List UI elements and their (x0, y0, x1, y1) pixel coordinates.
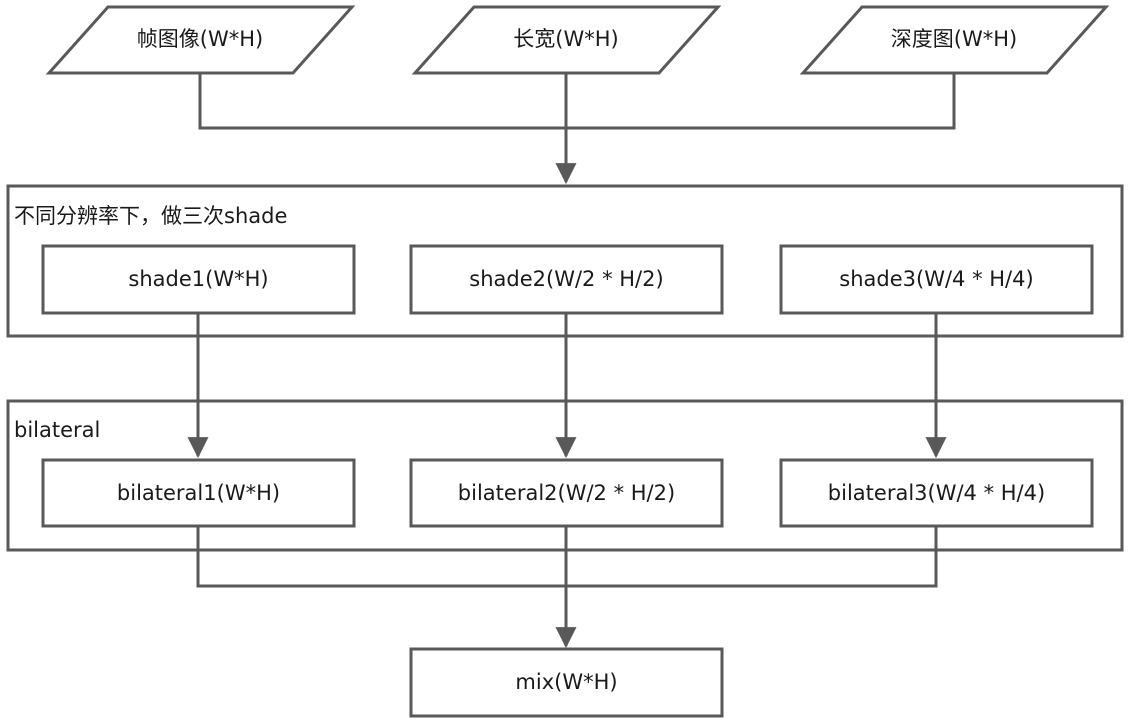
shade3-box: shade3(W/4 * H/4) (779, 244, 1094, 315)
shade2-box: shade2(W/2 * H/2) (409, 244, 724, 315)
input-frame-image-label: 帧图像(W*H) (137, 27, 263, 51)
shade2-label: shade2(W/2 * H/2) (469, 267, 663, 291)
mix-label: mix(W*H) (515, 670, 617, 694)
bilateral2-box: bilateral2(W/2 * H/2) (409, 458, 724, 528)
shade-group-label: 不同分辨率下，做三次shade (14, 204, 287, 228)
bilateral2-label: bilateral2(W/2 * H/2) (458, 481, 675, 505)
input-depth-map-label: 深度图(W*H) (891, 27, 1017, 51)
shade3-label: shade3(W/4 * H/4) (839, 267, 1033, 291)
shade-to-bilateral-arrows (187, 313, 947, 459)
mix-box: mix(W*H) (409, 647, 724, 718)
shade1-box: shade1(W*H) (41, 244, 356, 315)
input-frame-image: 帧图像(W*H) (45, 5, 356, 75)
bilateral-merge-connector (196, 526, 938, 649)
bilateral3-box: bilateral3(W/4 * H/4) (779, 458, 1094, 528)
bilateral-group-label: bilateral (14, 418, 100, 442)
bilateral1-label: bilateral1(W*H) (117, 481, 280, 505)
input-depth-map: 深度图(W*H) (799, 5, 1110, 75)
flowchart-canvas: 帧图像(W*H) 长宽(W*H) 深度图(W*H) 不同分辨率下，做三次shad… (6, 5, 1124, 718)
input-size-label: 长宽(W*H) (513, 27, 618, 51)
bilateral3-label: bilateral3(W/4 * H/4) (828, 481, 1045, 505)
input-merge-connector (198, 73, 956, 185)
input-size: 长宽(W*H) (411, 5, 722, 75)
shade1-label: shade1(W*H) (128, 267, 268, 291)
bilateral1-box: bilateral1(W*H) (41, 458, 356, 528)
